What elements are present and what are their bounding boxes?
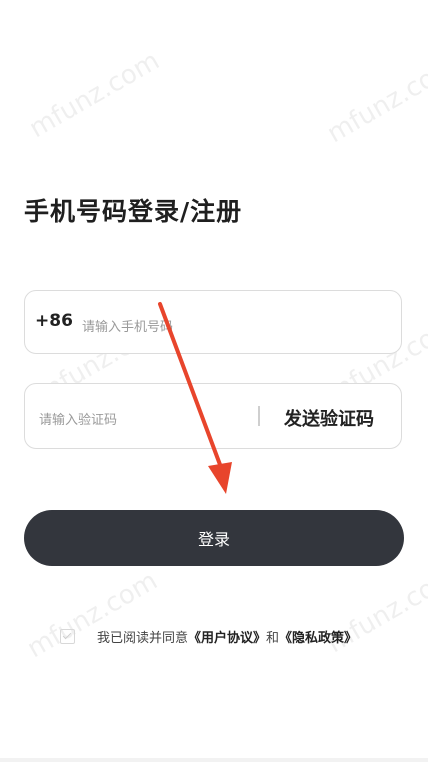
watermark: mfunz.com (24, 45, 165, 145)
send-code-button[interactable]: 发送验证码 (284, 405, 374, 431)
login-screen: mfunz.com mfunz.com mfunz.com mfunz.com … (0, 0, 428, 762)
privacy-policy-link[interactable]: 《隐私政策》 (279, 627, 357, 646)
agreement-text: 我已阅读并同意 (97, 630, 189, 646)
watermark: mfunz.com (22, 565, 163, 665)
login-button[interactable]: 登录 (24, 510, 404, 566)
code-placeholder: 请输入验证码 (39, 413, 118, 428)
login-button-label: 登录 (197, 530, 230, 549)
phone-placeholder: 请输入手机号码 (82, 320, 174, 335)
watermark: mfunz.com (322, 50, 428, 150)
verification-code-input[interactable]: 请输入验证码 发送验证码 (24, 383, 402, 449)
arrow-head (208, 462, 232, 494)
bottom-bar (0, 758, 428, 762)
phone-input[interactable]: +86 请输入手机号码 (24, 290, 402, 354)
country-code[interactable]: +86 (35, 311, 73, 331)
divider (258, 406, 260, 426)
user-agreement-link[interactable]: 《用户协议》 (188, 627, 266, 646)
agreement-row: 我已阅读并同意 《用户协议》 和 《隐私政策》 (60, 626, 400, 646)
page-title: 手机号码登录/注册 (24, 197, 243, 226)
annotation-arrow (158, 302, 232, 494)
agreement-checkbox[interactable] (60, 628, 75, 644)
agreement-conjunction: 和 (266, 630, 280, 646)
